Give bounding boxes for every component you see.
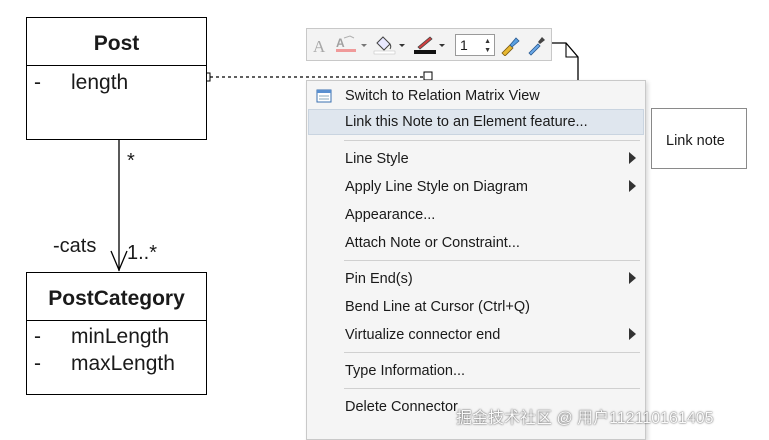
menu-separator xyxy=(344,388,640,389)
postcategory-class-box[interactable]: PostCategory - minLength - maxLength xyxy=(26,272,207,395)
submenu-arrow-icon xyxy=(629,180,636,192)
submenu-arrow-icon xyxy=(629,328,636,340)
menu-item-apply-line-style-on-diagram[interactable]: Apply Line Style on Diagram xyxy=(308,174,644,200)
menu-item-link-note-to-element-feature[interactable]: Link this Note to an Element feature... xyxy=(308,109,644,135)
menu-item-label: Apply Line Style on Diagram xyxy=(345,179,528,195)
link-note[interactable]: Link note xyxy=(651,108,747,169)
menu-item-pin-ends[interactable]: Pin End(s) xyxy=(308,266,644,292)
attribute-visibility: - xyxy=(34,71,41,94)
target-multiplicity: 1..* xyxy=(127,242,158,264)
menu-item-label: Attach Note or Constraint... xyxy=(345,235,520,251)
submenu-arrow-icon xyxy=(629,272,636,284)
font-icon[interactable]: A xyxy=(311,34,329,56)
line-width-value: 1 xyxy=(460,37,468,53)
link-note-text: Link note xyxy=(666,133,725,149)
post-class-separator xyxy=(27,65,206,66)
submenu-arrow-icon xyxy=(629,152,636,164)
post-class-name: Post xyxy=(93,32,140,55)
matrix-view-icon xyxy=(316,88,332,108)
menu-item-label: Bend Line at Cursor (Ctrl+Q) xyxy=(345,299,530,315)
menu-item-label: Line Style xyxy=(345,151,409,167)
post-attribute-length: length xyxy=(71,71,129,94)
svg-text:A: A xyxy=(336,36,345,50)
menu-separator xyxy=(344,140,640,141)
menu-item-label: Link this Note to an Element feature... xyxy=(345,114,588,130)
eyedropper-icon[interactable] xyxy=(525,34,547,56)
menu-item-line-style[interactable]: Line Style xyxy=(308,146,644,172)
menu-item-appearance[interactable]: Appearance... xyxy=(308,202,644,228)
stepper-down-arrow[interactable]: ▼ xyxy=(484,47,491,54)
menu-item-virtualize-connector-end[interactable]: Virtualize connector end xyxy=(308,322,644,348)
fill-color-icon[interactable] xyxy=(373,34,407,56)
postcategory-class-name: PostCategory xyxy=(48,287,185,310)
post-class-box[interactable]: Post - length xyxy=(26,17,207,140)
line-color-icon[interactable] xyxy=(413,34,447,56)
menu-item-attach-note-or-constraint[interactable]: Attach Note or Constraint... xyxy=(308,230,644,256)
line-width-stepper[interactable]: 1 ▲ ▼ xyxy=(455,34,495,56)
menu-item-type-information[interactable]: Type Information... xyxy=(308,358,644,384)
menu-item-label: Delete Connector xyxy=(345,399,458,415)
postcategory-attribute-minlength: minLength xyxy=(71,325,170,348)
context-menu: Switch to Relation Matrix View Link this… xyxy=(306,80,646,440)
font-color-icon[interactable]: A xyxy=(335,34,369,56)
menu-item-bend-line-at-cursor[interactable]: Bend Line at Cursor (Ctrl+Q) xyxy=(308,294,644,320)
menu-separator xyxy=(344,352,640,353)
target-role-label: -cats xyxy=(53,235,97,257)
menu-item-label: Switch to Relation Matrix View xyxy=(345,88,540,104)
source-multiplicity: * xyxy=(127,150,135,172)
svg-text:A: A xyxy=(313,37,326,56)
format-painter-icon[interactable] xyxy=(499,34,521,56)
menu-item-switch-relation-matrix[interactable]: Switch to Relation Matrix View xyxy=(308,83,644,109)
note-shape-corner xyxy=(552,42,579,80)
format-toolbar: A A 1 ▲ ▼ xyxy=(306,28,552,61)
menu-item-label: Appearance... xyxy=(345,207,436,223)
postcategory-attribute-maxlength: maxLength xyxy=(71,352,175,375)
menu-item-label: Type Information... xyxy=(345,363,466,379)
note-link-handle-right[interactable] xyxy=(423,71,433,81)
menu-item-label: Pin End(s) xyxy=(345,271,413,287)
stepper-up-arrow[interactable]: ▲ xyxy=(484,38,491,45)
menu-item-label: Virtualize connector end xyxy=(345,327,501,343)
watermark-text: 掘金技术社区 @ 用户112110161405 xyxy=(456,410,714,427)
attribute-visibility: - xyxy=(34,352,41,375)
menu-separator xyxy=(344,260,640,261)
postcategory-class-separator xyxy=(27,320,206,321)
attribute-visibility: - xyxy=(34,325,41,348)
